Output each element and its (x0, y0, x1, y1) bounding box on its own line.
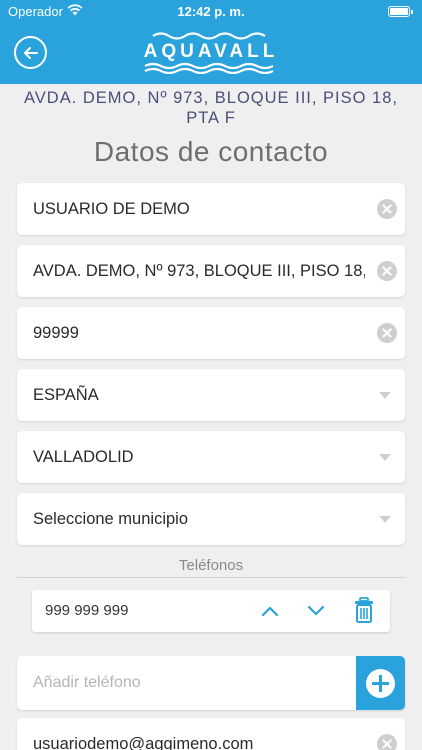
back-button[interactable] (14, 36, 47, 69)
phone-list-item: 999 999 999 (32, 590, 390, 632)
name-field[interactable]: USUARIO DE DEMO (17, 183, 405, 235)
country-value: ESPAÑA (33, 386, 99, 404)
clear-icon[interactable] (377, 323, 397, 343)
email-field[interactable]: usuariodemo@aggimeno.com (17, 718, 405, 750)
postal-code-value: 99999 (33, 324, 79, 342)
add-phone-button[interactable] (356, 656, 405, 710)
wave-icon (152, 32, 266, 40)
phones-section-label: Teléfonos (178, 557, 244, 574)
add-phone-row (17, 656, 405, 710)
email-value: usuariodemo@aggimeno.com (33, 735, 254, 750)
app-header: Operador 12:42 p. m. AQUAVALL (0, 0, 422, 84)
chevron-down-icon[interactable] (306, 604, 326, 618)
municipality-value: Seleccione municipio (33, 510, 189, 528)
arrow-left-icon (24, 47, 38, 59)
province-value: VALLADOLID (33, 448, 134, 466)
street-value: AVDA. DEMO, Nº 973, BLOQUE III, PISO 18,… (33, 262, 365, 280)
postal-code-field[interactable]: 99999 (17, 307, 405, 359)
add-phone-input[interactable] (17, 656, 357, 710)
name-value: USUARIO DE DEMO (33, 200, 190, 218)
wave-icon (144, 62, 274, 74)
plus-icon (366, 669, 395, 698)
clear-icon[interactable] (377, 199, 397, 219)
status-bar: Operador 12:42 p. m. (0, 0, 422, 24)
trash-icon[interactable] (354, 597, 374, 623)
caret-down-icon (379, 516, 391, 523)
clear-icon[interactable] (377, 734, 397, 750)
status-time: 12:42 p. m. (177, 4, 245, 19)
caret-down-icon (379, 454, 391, 461)
clear-icon[interactable] (377, 261, 397, 281)
phone-number: 999 999 999 (45, 602, 129, 619)
battery-icon (388, 6, 413, 17)
logo-text: AQUAVALL (143, 41, 279, 62)
aquavall-logo: AQUAVALL (143, 30, 279, 74)
page-title: Datos de contacto (93, 136, 329, 167)
country-select[interactable]: ESPAÑA (17, 369, 405, 421)
chevron-up-icon[interactable] (260, 604, 280, 618)
contract-address: AVDA. DEMO, Nº 973, BLOQUE III, PISO 18,… (24, 89, 398, 127)
street-field[interactable]: AVDA. DEMO, Nº 973, BLOQUE III, PISO 18,… (17, 245, 405, 297)
divider (17, 577, 405, 578)
province-select[interactable]: VALLADOLID (17, 431, 405, 483)
caret-down-icon (379, 392, 391, 399)
municipality-select[interactable]: Seleccione municipio (17, 493, 405, 545)
